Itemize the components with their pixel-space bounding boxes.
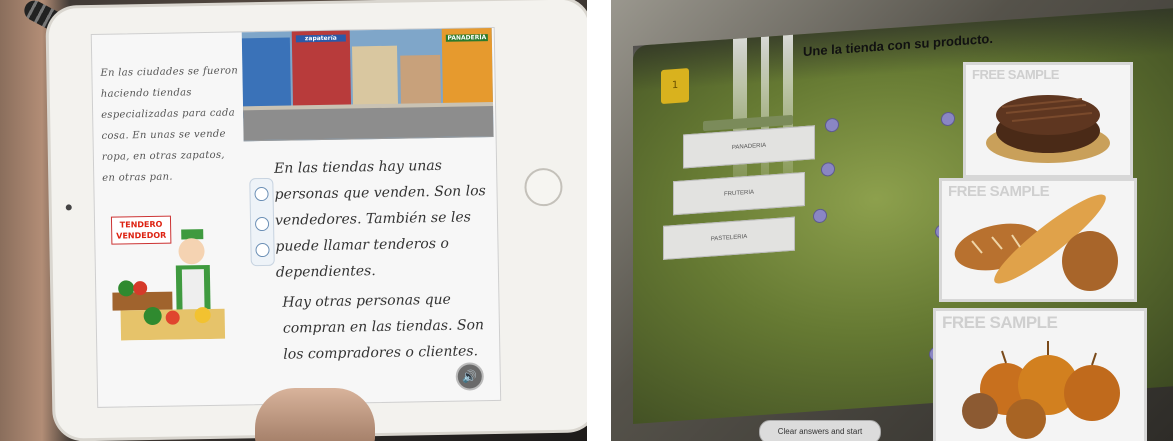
menu-button[interactable]: 1 xyxy=(661,68,689,105)
speaker-icon[interactable]: 🔊 xyxy=(455,362,485,391)
shop-sign-2: PANADERÍA xyxy=(445,34,488,42)
paragraph-intro: En las ciudades se fueron haciendo tiend… xyxy=(100,65,239,184)
image-card-onions[interactable]: FREE SAMPLE xyxy=(933,308,1147,441)
tablet-right: 1 Une la tienda con su producto. PANADER… xyxy=(611,0,1173,441)
match-dot-pasteleria[interactable] xyxy=(813,208,827,224)
label-line-2: VENDEDOR xyxy=(116,230,167,241)
match-dot-cake[interactable] xyxy=(941,111,955,127)
home-button[interactable] xyxy=(524,167,563,207)
match-dot-panaderia[interactable] xyxy=(825,117,839,133)
paragraph-vendors: En las tiendas hay unas personas que ven… xyxy=(273,157,486,281)
tablet-left: En las ciudades se fueron haciendo tiend… xyxy=(48,0,587,439)
match-dot-fruteria[interactable] xyxy=(821,161,835,177)
nav-dot-middle[interactable] xyxy=(254,216,270,232)
paragraph-buyers: Hay otras personas que compran en las ti… xyxy=(282,291,485,363)
shop-button-fruteria[interactable]: FRUTERIA xyxy=(673,171,805,216)
nav-dot-bottom[interactable] xyxy=(255,242,270,258)
image-card-cake[interactable]: FREE SAMPLE xyxy=(963,62,1133,178)
watermark-text: FREE SAMPLE xyxy=(942,313,1058,332)
shop-button-panaderia[interactable]: PANADERIA xyxy=(683,125,815,169)
clear-answers-button[interactable]: Clear answers and start xyxy=(759,420,881,441)
street-illustration: zapatería PANADERÍA xyxy=(241,28,494,142)
watermark-text: FREE SAMPLE xyxy=(948,183,1050,200)
nav-dot-top[interactable] xyxy=(254,186,269,202)
shopkeeper-label: TENDERO VENDEDOR xyxy=(110,215,172,245)
watermark-text: FREE SAMPLE xyxy=(972,67,1059,82)
ebook-screen: En las ciudades se fueron haciendo tiend… xyxy=(90,26,502,408)
shop-button-pasteleria[interactable]: PASTELERIA xyxy=(663,216,795,260)
image-card-bread[interactable]: FREE SAMPLE xyxy=(939,178,1137,302)
shop-sign-1: zapatería xyxy=(295,34,346,43)
left-photo: En las ciudades se fueron haciendo tiend… xyxy=(0,0,587,441)
road xyxy=(243,105,494,141)
finger xyxy=(255,388,375,441)
right-photo: 1 Une la tienda con su producto. PANADER… xyxy=(611,0,1173,441)
camera-dot xyxy=(65,204,72,211)
page-nav-widget[interactable] xyxy=(249,177,275,267)
